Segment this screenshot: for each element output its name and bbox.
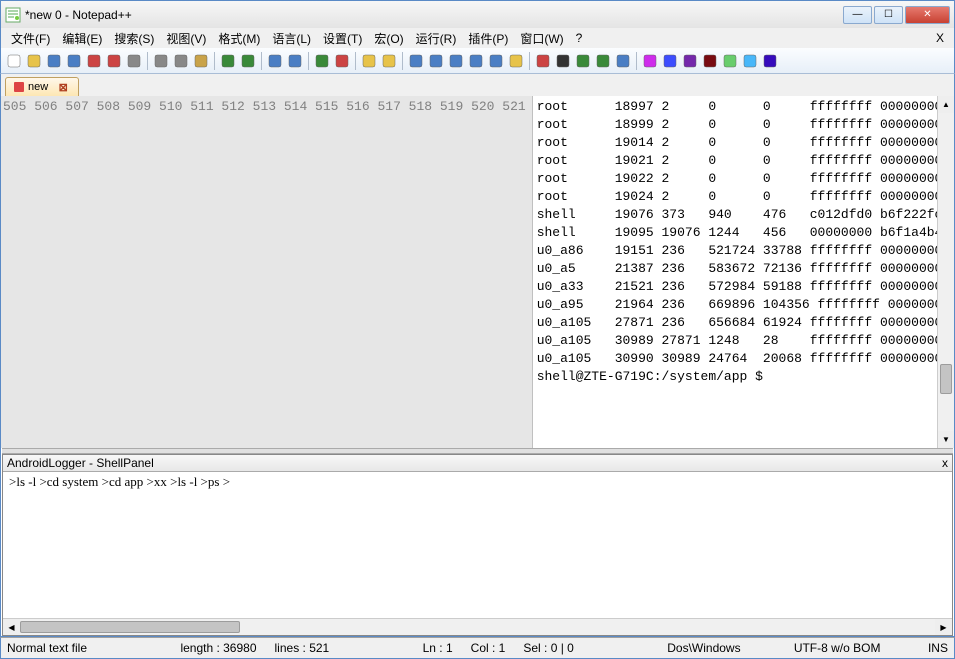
menu-plugins[interactable]: 插件(P) <box>462 29 514 48</box>
save-all-icon[interactable] <box>65 52 83 70</box>
close-button[interactable]: ✕ <box>905 6 950 24</box>
menu-bar: 文件(F) 编辑(E) 搜索(S) 视图(V) 格式(M) 语言(L) 设置(T… <box>0 28 955 48</box>
replace-icon[interactable] <box>286 52 304 70</box>
status-eol: Dos\Windows <box>667 641 740 655</box>
status-ins: INS <box>928 641 948 655</box>
status-lines: lines : 521 <box>275 641 330 655</box>
scroll-down-icon[interactable]: ▼ <box>938 431 954 448</box>
menu-edit[interactable]: 编辑(E) <box>56 29 108 48</box>
paste-icon[interactable] <box>192 52 210 70</box>
close-icon[interactable] <box>85 52 103 70</box>
save-macro-icon[interactable] <box>614 52 632 70</box>
plugin6-icon[interactable] <box>741 52 759 70</box>
vertical-scrollbar[interactable]: ▲ ▼ <box>937 96 954 448</box>
toolbar-separator <box>308 52 309 70</box>
modified-icon <box>14 82 24 92</box>
open-icon[interactable] <box>25 52 43 70</box>
menu-format[interactable]: 格式(M) <box>212 29 266 48</box>
indent-icon[interactable] <box>447 52 465 70</box>
toolbar <box>0 48 955 74</box>
tab-bar: new ⊠ <box>0 74 955 96</box>
plugin7-icon[interactable] <box>761 52 779 70</box>
maximize-button[interactable]: ☐ <box>874 6 903 24</box>
panel-title: AndroidLogger - ShellPanel <box>7 456 154 470</box>
menu-window[interactable]: 窗口(W) <box>514 29 569 48</box>
status-col: Col : 1 <box>471 641 506 655</box>
horizontal-scrollbar[interactable]: ◀ ▶ <box>3 618 952 635</box>
plugin5-icon[interactable] <box>721 52 739 70</box>
scroll-up-icon[interactable]: ▲ <box>938 96 954 113</box>
hscroll-thumb[interactable] <box>20 621 240 633</box>
all-chars-icon[interactable] <box>427 52 445 70</box>
status-sel: Sel : 0 | 0 <box>523 641 573 655</box>
fold-icon[interactable] <box>467 52 485 70</box>
plugin3-icon[interactable] <box>681 52 699 70</box>
tab-label: new <box>28 81 48 93</box>
toolbar-separator <box>636 52 637 70</box>
editor-area: 505 506 507 508 509 510 511 512 513 514 … <box>1 96 954 448</box>
status-ln: Ln : 1 <box>423 641 453 655</box>
tab-new[interactable]: new ⊠ <box>5 77 79 96</box>
undo-icon[interactable] <box>219 52 237 70</box>
zoom-in-icon[interactable] <box>313 52 331 70</box>
zoom-out-icon[interactable] <box>333 52 351 70</box>
cut-icon[interactable] <box>152 52 170 70</box>
unfold-icon[interactable] <box>487 52 505 70</box>
status-bar: Normal text file length : 36980 lines : … <box>0 637 955 659</box>
menu-language[interactable]: 语言(L) <box>266 29 317 48</box>
sync-v-icon[interactable] <box>360 52 378 70</box>
close-all-icon[interactable] <box>105 52 123 70</box>
status-length: length : 36980 <box>180 641 256 655</box>
scroll-left-icon[interactable]: ◀ <box>3 619 20 635</box>
sync-h-icon[interactable] <box>380 52 398 70</box>
menu-run[interactable]: 运行(R) <box>410 29 463 48</box>
menu-settings[interactable]: 设置(T) <box>317 29 368 48</box>
plugin4-icon[interactable] <box>701 52 719 70</box>
stop-icon[interactable] <box>554 52 572 70</box>
plugin1-icon[interactable] <box>641 52 659 70</box>
code-area[interactable]: root 18997 2 0 0 ffffffff 00000000 S kwo… <box>533 96 937 448</box>
new-file-icon[interactable] <box>5 52 23 70</box>
status-filetype: Normal text file <box>7 641 87 655</box>
copy-icon[interactable] <box>172 52 190 70</box>
folder-icon[interactable] <box>507 52 525 70</box>
menu-view[interactable]: 视图(V) <box>160 29 212 48</box>
window-title: *new 0 - Notepad++ <box>25 8 841 22</box>
menu-help[interactable]: ? <box>570 30 589 46</box>
status-encoding: UTF-8 w/o BOM <box>794 641 881 655</box>
save-icon[interactable] <box>45 52 63 70</box>
editor-wrap: 505 506 507 508 509 510 511 512 513 514 … <box>0 96 955 637</box>
title-bar: *new 0 - Notepad++ — ☐ ✕ <box>0 0 955 28</box>
toolbar-separator <box>355 52 356 70</box>
toolbar-separator <box>147 52 148 70</box>
menu-file[interactable]: 文件(F) <box>5 29 56 48</box>
toolbar-separator <box>214 52 215 70</box>
redo-icon[interactable] <box>239 52 257 70</box>
play-multi-icon[interactable] <box>594 52 612 70</box>
line-gutter: 505 506 507 508 509 510 511 512 513 514 … <box>1 96 533 448</box>
wrap-icon[interactable] <box>407 52 425 70</box>
menu-search[interactable]: 搜索(S) <box>108 29 160 48</box>
panel-close-icon[interactable]: x <box>942 456 948 470</box>
record-icon[interactable] <box>534 52 552 70</box>
find-icon[interactable] <box>266 52 284 70</box>
plugin2-icon[interactable] <box>661 52 679 70</box>
panel-title-bar: AndroidLogger - ShellPanel x <box>3 455 952 472</box>
shell-panel: AndroidLogger - ShellPanel x >ls -l >cd … <box>2 454 953 636</box>
tab-close-icon[interactable]: ⊠ <box>56 80 70 94</box>
minimize-button[interactable]: — <box>843 6 872 24</box>
app-icon <box>5 7 21 23</box>
scroll-thumb[interactable] <box>940 364 952 394</box>
panel-body[interactable]: >ls -l >cd system >cd app >xx >ls -l >ps… <box>3 472 952 618</box>
menu-maximize-close[interactable]: X <box>930 31 950 45</box>
toolbar-separator <box>261 52 262 70</box>
menu-macro[interactable]: 宏(O) <box>368 29 409 48</box>
window-buttons: — ☐ ✕ <box>841 6 950 24</box>
toolbar-separator <box>529 52 530 70</box>
scroll-right-icon[interactable]: ▶ <box>935 619 952 635</box>
play-icon[interactable] <box>574 52 592 70</box>
toolbar-separator <box>402 52 403 70</box>
print-icon[interactable] <box>125 52 143 70</box>
